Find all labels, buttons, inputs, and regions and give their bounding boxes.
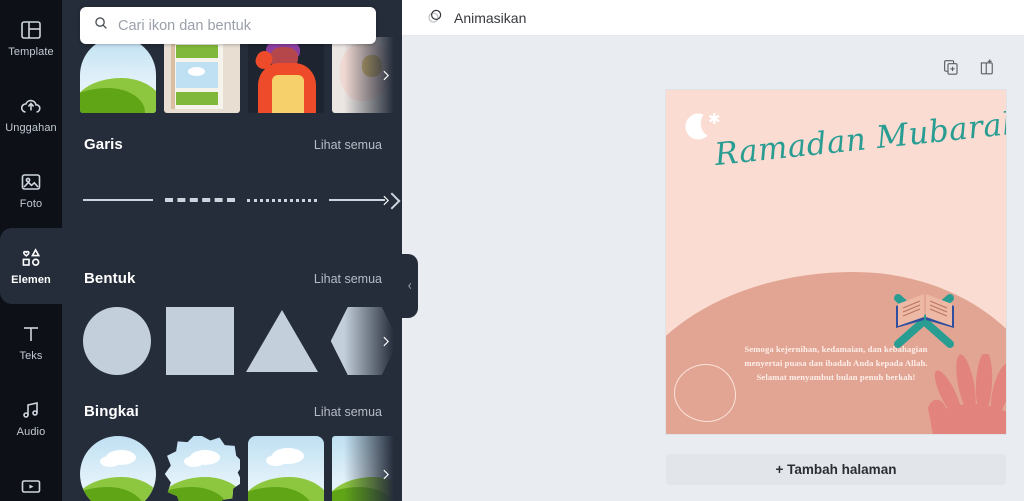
section-header-bentuk: Bentuk Lihat semua — [62, 270, 402, 292]
sidebar-label-elemen: Elemen — [11, 274, 51, 286]
design-greeting-text: Semoga kejernihan, kedamaian, dan kebaha… — [708, 343, 964, 385]
sidebar-label-unggahan: Unggahan — [5, 122, 57, 134]
text-icon — [18, 322, 44, 346]
section-title-garis: Garis — [84, 136, 123, 153]
frames-next-button[interactable] — [374, 463, 396, 485]
sidebar-label-foto: Foto — [19, 198, 43, 210]
design-page[interactable]: ✱ Ramadan Mubarak Semoga kejernihan, ked… — [666, 90, 1006, 434]
section-title-bentuk: Bentuk — [84, 270, 136, 287]
search-bar[interactable] — [80, 7, 376, 44]
thumbnails-next-button[interactable] — [374, 64, 396, 86]
greeting-line: Selamat menyambut bulan penuh berkah! — [756, 371, 916, 382]
photo-icon — [18, 170, 44, 194]
panel-scroll-area[interactable]: Garis Lihat semua Bentuk Lihat semua Bin… — [62, 0, 402, 501]
element-thumbnail[interactable] — [248, 37, 324, 113]
solid-line-item[interactable] — [80, 180, 156, 220]
star-icon: ✱ — [708, 111, 721, 128]
elements-icon — [18, 246, 44, 270]
sidebar-item-audio[interactable]: Audio — [0, 380, 62, 456]
add-page-button[interactable]: + Tambah halaman — [666, 454, 1006, 485]
add-page-icon[interactable] — [978, 58, 996, 76]
section-bingkai: Bingkai Lihat semua — [62, 403, 402, 501]
sidebar-label-teks: Teks — [19, 350, 43, 362]
sidebar-label-template: Template — [8, 46, 54, 58]
left-sidebar: Template Unggahan Foto Elemen Teks Audio — [0, 0, 62, 501]
dashed-line-item[interactable] — [162, 180, 238, 220]
animate-circles-icon — [426, 7, 444, 28]
sidebar-item-teks[interactable]: Teks — [0, 304, 62, 380]
sidebar-item-elemen[interactable]: Elemen — [0, 228, 62, 304]
editor-area: Animasikan ✱ Ramadan Mubarak Semoga keje… — [402, 0, 1024, 501]
section-header-garis: Garis Lihat semua — [62, 136, 402, 158]
sidebar-item-video[interactable]: Video — [0, 456, 62, 501]
audio-icon — [18, 398, 44, 422]
section-garis: Garis Lihat semua — [62, 136, 402, 220]
shapes-row[interactable] — [62, 303, 402, 379]
animate-button-label: Animasikan — [454, 9, 527, 26]
triangle-shape-item[interactable] — [245, 303, 320, 379]
sidebar-item-template[interactable]: Template — [0, 0, 62, 76]
section-header-bingkai: Bingkai Lihat semua — [62, 403, 402, 425]
animate-button[interactable]: Animasikan — [420, 4, 532, 31]
scallop-frame-item[interactable] — [164, 436, 240, 501]
see-all-bingkai[interactable]: Lihat semua — [314, 405, 382, 419]
canva-editor-window: Template Unggahan Foto Elemen Teks Audio… — [0, 0, 1024, 501]
shapes-next-button[interactable] — [374, 330, 396, 352]
section-title-bingkai: Bingkai — [84, 403, 139, 420]
search-icon — [93, 15, 109, 36]
thumbnail-row[interactable] — [62, 37, 402, 113]
upload-cloud-icon — [18, 94, 44, 118]
panel-collapse-button[interactable] — [402, 254, 418, 318]
lines-row[interactable] — [62, 180, 402, 220]
canvas-area[interactable]: ✱ Ramadan Mubarak Semoga kejernihan, ked… — [402, 36, 1024, 501]
see-all-bentuk[interactable]: Lihat semua — [314, 272, 382, 286]
rounded-square-frame-item[interactable] — [248, 436, 324, 501]
square-shape-item[interactable] — [163, 303, 238, 379]
page-tools — [942, 58, 996, 76]
sidebar-label-audio: Audio — [16, 426, 46, 438]
sidebar-item-unggahan[interactable]: Unggahan — [0, 76, 62, 152]
see-all-garis[interactable]: Lihat semua — [314, 138, 382, 152]
dotted-line-item[interactable] — [244, 180, 320, 220]
search-input[interactable] — [118, 17, 363, 34]
elements-panel: Garis Lihat semua Bentuk Lihat semua Bin… — [62, 0, 402, 501]
design-headline: Ramadan Mubarak — [712, 105, 1006, 174]
lines-next-button[interactable] — [374, 189, 396, 211]
circle-shape-item[interactable] — [80, 303, 155, 379]
video-icon — [18, 474, 44, 498]
frames-row[interactable] — [62, 436, 402, 501]
template-icon — [18, 18, 44, 42]
duplicate-page-icon[interactable] — [942, 58, 960, 76]
greeting-line: menyertai puasa dan ibadah Anda kepada A… — [744, 357, 928, 368]
element-thumbnail[interactable] — [80, 37, 156, 113]
sidebar-item-foto[interactable]: Foto — [0, 152, 62, 228]
section-bentuk: Bentuk Lihat semua — [62, 270, 402, 379]
circle-frame-item[interactable] — [80, 436, 156, 501]
editor-toolbar: Animasikan — [402, 0, 1024, 36]
greeting-line: Semoga kejernihan, kedamaian, dan kebaha… — [744, 344, 928, 354]
element-thumbnail[interactable] — [164, 37, 240, 113]
